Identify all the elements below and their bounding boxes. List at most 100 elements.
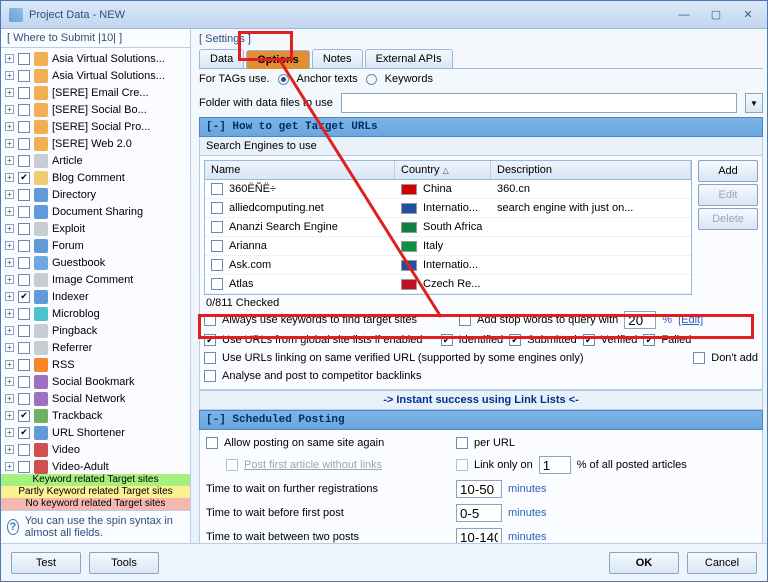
tree-item[interactable]: + Video (1, 441, 190, 458)
chk-identified[interactable] (441, 334, 453, 346)
expander-icon[interactable]: + (5, 326, 14, 335)
expander-icon[interactable]: + (5, 428, 14, 437)
expander-icon[interactable]: + (5, 462, 14, 471)
tree-item[interactable]: + Social Bookmark (1, 373, 190, 390)
expander-icon[interactable]: + (5, 411, 14, 420)
expander-icon[interactable]: + (5, 54, 14, 63)
tree-checkbox[interactable] (18, 70, 30, 82)
expander-icon[interactable]: + (5, 309, 14, 318)
tree-item[interactable]: + [SERE] Social Bo... (1, 101, 190, 118)
test-button[interactable]: Test (11, 552, 81, 574)
tree-item[interactable]: + [SERE] Web 2.0 (1, 135, 190, 152)
engine-checkbox[interactable] (211, 259, 223, 271)
tree-item[interactable]: + Directory (1, 186, 190, 203)
tree-checkbox[interactable] (18, 155, 30, 167)
expander-icon[interactable]: + (5, 105, 14, 114)
edit-button[interactable]: Edit (698, 184, 758, 206)
tree-item[interactable]: + Exploit (1, 220, 190, 237)
tree-checkbox[interactable] (18, 308, 30, 320)
chk-always-keywords[interactable] (204, 314, 216, 326)
tree-checkbox[interactable] (18, 342, 30, 354)
expander-icon[interactable]: + (5, 445, 14, 454)
link-only-input[interactable] (539, 456, 571, 474)
chk-first-article-no-links[interactable] (226, 459, 238, 471)
expander-icon[interactable]: + (5, 88, 14, 97)
expander-icon[interactable]: + (5, 139, 14, 148)
tree-item[interactable]: + Asia Virtual Solutions... (1, 50, 190, 67)
section-target-urls[interactable]: [-] How to get Target URLs (199, 117, 763, 137)
expander-icon[interactable]: + (5, 377, 14, 386)
expander-icon[interactable]: + (5, 360, 14, 369)
tree-checkbox[interactable] (18, 206, 30, 218)
chk-link-only-on[interactable] (456, 459, 468, 471)
tree-item[interactable]: + Social Network (1, 390, 190, 407)
chk-use-global-lists[interactable] (204, 334, 216, 346)
tree-item[interactable]: + Article (1, 152, 190, 169)
tree-item[interactable]: + Guestbook (1, 254, 190, 271)
expander-icon[interactable]: + (5, 241, 14, 250)
tree-checkbox[interactable] (18, 427, 30, 439)
tree-item[interactable]: + Blog Comment (1, 169, 190, 186)
engine-checkbox[interactable] (211, 278, 223, 290)
delete-button[interactable]: Delete (698, 208, 758, 230)
wait-reg-input[interactable] (456, 480, 502, 498)
search-engine-row[interactable]: Atlas Czech Re... (205, 275, 691, 294)
expander-icon[interactable]: + (5, 173, 14, 182)
tree-item[interactable]: + Pingback (1, 322, 190, 339)
tree-item[interactable]: + URL Shortener (1, 424, 190, 441)
add-button[interactable]: Add (698, 160, 758, 182)
ok-button[interactable]: OK (609, 552, 679, 574)
tree-item[interactable]: + Video-Adult (1, 458, 190, 474)
expander-icon[interactable]: + (5, 275, 14, 284)
expander-icon[interactable]: + (5, 122, 14, 131)
tree-item[interactable]: + [SERE] Email Cre... (1, 84, 190, 101)
tree-checkbox[interactable] (18, 172, 30, 184)
chk-same-verified-url[interactable] (204, 352, 216, 364)
radio-anchor-texts[interactable] (278, 74, 289, 85)
chk-dont-add[interactable] (693, 352, 705, 364)
search-engine-row[interactable]: Ask.com Internatio... (205, 256, 691, 275)
tree-checkbox[interactable] (18, 410, 30, 422)
tree-item[interactable]: + Document Sharing (1, 203, 190, 220)
tree-item[interactable]: + RSS (1, 356, 190, 373)
tree-item[interactable]: + Referrer (1, 339, 190, 356)
col-name[interactable]: Name (205, 161, 395, 179)
tree-checkbox[interactable] (18, 53, 30, 65)
tree-checkbox[interactable] (18, 138, 30, 150)
tree-checkbox[interactable] (18, 121, 30, 133)
section-scheduled-posting[interactable]: [-] Scheduled Posting (199, 410, 763, 430)
tab-options[interactable]: Options (246, 50, 310, 69)
tree-checkbox[interactable] (18, 325, 30, 337)
engine-checkbox[interactable] (211, 221, 223, 233)
minimize-button[interactable]: — (669, 6, 699, 24)
instant-success-link[interactable]: -> Instant success using Link Lists <- (199, 390, 763, 410)
expander-icon[interactable]: + (5, 258, 14, 267)
minutes-link-3[interactable]: minutes (508, 531, 547, 543)
minutes-link-1[interactable]: minutes (508, 483, 547, 495)
folder-input[interactable] (341, 93, 737, 113)
tree-item[interactable]: + Indexer (1, 288, 190, 305)
submit-tree[interactable]: + Asia Virtual Solutions...+ Asia Virtua… (1, 48, 190, 474)
edit-stop-words-link[interactable]: [Edit] (678, 314, 703, 326)
engine-checkbox[interactable] (211, 183, 223, 195)
wait-first-input[interactable] (456, 504, 502, 522)
expander-icon[interactable]: + (5, 71, 14, 80)
engine-checkbox[interactable] (211, 240, 223, 252)
expander-icon[interactable]: + (5, 343, 14, 352)
tab-external-apis[interactable]: External APIs (365, 49, 453, 68)
expander-icon[interactable]: + (5, 190, 14, 199)
chk-competitor-backlinks[interactable] (204, 370, 216, 382)
tree-item[interactable]: + Image Comment (1, 271, 190, 288)
col-description[interactable]: Description (491, 161, 691, 179)
tree-item[interactable]: + Microblog (1, 305, 190, 322)
radio-keywords[interactable] (366, 74, 377, 85)
tree-checkbox[interactable] (18, 257, 30, 269)
engine-checkbox[interactable] (211, 202, 223, 214)
maximize-button[interactable]: ▢ (701, 6, 731, 24)
search-engine-row[interactable]: Ananzi Search Engine South Africa (205, 218, 691, 237)
expander-icon[interactable]: + (5, 156, 14, 165)
stop-words-input[interactable] (624, 311, 656, 329)
chk-verified[interactable] (583, 334, 595, 346)
chk-submitted[interactable] (509, 334, 521, 346)
tree-checkbox[interactable] (18, 223, 30, 235)
